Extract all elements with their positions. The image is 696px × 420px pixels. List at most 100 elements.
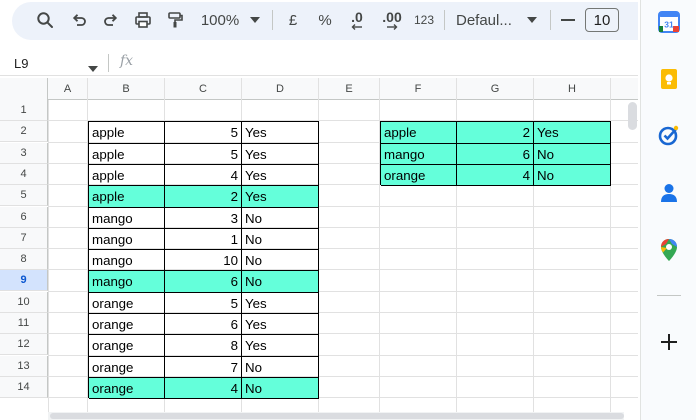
cell-qty[interactable]: 4: [165, 165, 242, 186]
column-header-c[interactable]: C: [165, 78, 242, 100]
dropdown-arrow-icon: [527, 17, 537, 23]
maps-icon[interactable]: [657, 238, 681, 262]
row-header-2[interactable]: 2: [0, 121, 48, 142]
paint-format-button[interactable]: [162, 0, 188, 40]
cell-flag[interactable]: No: [242, 378, 319, 399]
font-size-value: 10: [593, 11, 611, 29]
row-header-3[interactable]: 3: [0, 143, 48, 164]
increase-decimal-button[interactable]: .00: [378, 0, 406, 40]
cell-qty[interactable]: 2: [457, 122, 534, 144]
cell-fruit[interactable]: apple: [89, 186, 165, 208]
cell-qty[interactable]: 10: [165, 250, 242, 271]
row-header-9[interactable]: 9: [0, 270, 48, 291]
cell-fruit[interactable]: orange: [89, 378, 165, 399]
row-header-11[interactable]: 11: [0, 313, 48, 334]
cell-qty[interactable]: 3: [165, 208, 242, 229]
cell-qty[interactable]: 5: [165, 144, 242, 165]
cell-flag[interactable]: No: [534, 165, 611, 186]
contacts-icon[interactable]: [657, 181, 681, 205]
cell-flag[interactable]: Yes: [534, 122, 611, 144]
cell-flag[interactable]: Yes: [242, 186, 319, 208]
cell-qty[interactable]: 2: [165, 186, 242, 208]
cell-fruit[interactable]: mango: [89, 208, 165, 229]
cell-qty[interactable]: 6: [457, 144, 534, 165]
cell-flag[interactable]: No: [242, 250, 319, 271]
cell-flag[interactable]: Yes: [242, 165, 319, 186]
cell-flag[interactable]: No: [242, 208, 319, 229]
cell-fruit[interactable]: orange: [89, 335, 165, 357]
cell-flag[interactable]: Yes: [242, 122, 319, 144]
column-header-g[interactable]: G: [457, 78, 534, 100]
cell-qty[interactable]: 5: [165, 122, 242, 144]
row-header-8[interactable]: 8: [0, 249, 48, 270]
row-header-10[interactable]: 10: [0, 292, 48, 313]
column-header-f[interactable]: F: [380, 78, 457, 100]
cell-flag[interactable]: Yes: [242, 144, 319, 165]
cell-flag[interactable]: No: [242, 271, 319, 293]
horizontal-scrollbar[interactable]: [50, 413, 624, 419]
cell-qty[interactable]: 7: [165, 357, 242, 378]
vertical-scrollbar[interactable]: [628, 102, 637, 130]
cell-fruit[interactable]: orange: [89, 293, 165, 314]
cell-flag[interactable]: Yes: [242, 335, 319, 357]
percent-format-button[interactable]: %: [314, 0, 336, 40]
cell-qty[interactable]: 6: [165, 314, 242, 335]
cell-fruit[interactable]: mango: [89, 250, 165, 271]
sheet-grid[interactable]: ABCDEFGH 1 2 3 4 5 6 7 8 9 10 11 12 13 14 apple 5 Yes ap…: [0, 78, 638, 420]
decrease-decimal-button[interactable]: .0: [344, 0, 370, 40]
select-all-corner[interactable]: [0, 78, 48, 100]
cell-qty[interactable]: 6: [165, 271, 242, 293]
cell-qty[interactable]: 4: [457, 165, 534, 186]
decrease-font-size-button[interactable]: [558, 0, 578, 40]
redo-button[interactable]: [98, 0, 124, 40]
column-header-d[interactable]: D: [242, 78, 319, 100]
row-header-5[interactable]: 5: [0, 185, 48, 206]
more-formats-button[interactable]: 123: [412, 0, 436, 40]
cell-fruit[interactable]: apple: [89, 165, 165, 186]
row-header-7[interactable]: 7: [0, 228, 48, 249]
font-select[interactable]: Defaul...: [456, 0, 520, 40]
column-header-h[interactable]: H: [534, 78, 611, 100]
row-header-14[interactable]: 14: [0, 377, 48, 398]
cell-fruit[interactable]: orange: [89, 357, 165, 378]
cell-fruit[interactable]: mango: [381, 144, 457, 165]
zoom-select[interactable]: 100%: [196, 0, 244, 40]
add-icon[interactable]: [657, 330, 681, 354]
row-header-6[interactable]: 6: [0, 207, 48, 228]
cell-qty[interactable]: 5: [165, 293, 242, 314]
zoom-dropdown[interactable]: [246, 0, 264, 40]
cell-flag[interactable]: No: [242, 229, 319, 250]
column-header-b[interactable]: B: [88, 78, 165, 100]
cell-fruit[interactable]: orange: [381, 165, 457, 186]
font-dropdown[interactable]: [524, 0, 540, 40]
cell-fruit[interactable]: mango: [89, 229, 165, 250]
cell-fruit[interactable]: orange: [89, 314, 165, 335]
cell-fruit[interactable]: apple: [89, 144, 165, 165]
column-header-e[interactable]: E: [319, 78, 380, 100]
cell-qty[interactable]: 8: [165, 335, 242, 357]
row-header-13[interactable]: 13: [0, 356, 48, 377]
cell-flag[interactable]: No: [242, 357, 319, 378]
row-header-4[interactable]: 4: [0, 164, 48, 185]
keep-icon[interactable]: [657, 67, 681, 91]
calendar-icon[interactable]: 31: [657, 10, 681, 34]
cell-fruit[interactable]: apple: [89, 122, 165, 144]
search-menus-button[interactable]: [32, 0, 58, 40]
grid-column-line: [48, 100, 49, 420]
print-button[interactable]: [130, 0, 156, 40]
column-header-a[interactable]: A: [48, 78, 88, 100]
cell-fruit[interactable]: mango: [89, 271, 165, 293]
cell-fruit[interactable]: apple: [381, 122, 457, 144]
cell-qty[interactable]: 1: [165, 229, 242, 250]
currency-format-button[interactable]: £: [282, 0, 304, 40]
name-box[interactable]: L9: [0, 50, 106, 76]
cell-qty[interactable]: 4: [165, 378, 242, 399]
row-header-12[interactable]: 12: [0, 334, 48, 355]
row-header-1[interactable]: 1: [0, 100, 48, 121]
tasks-icon[interactable]: [657, 123, 681, 147]
undo-button[interactable]: [66, 0, 92, 40]
cell-flag[interactable]: No: [534, 144, 611, 165]
font-size-input[interactable]: 10: [585, 8, 619, 32]
cell-flag[interactable]: Yes: [242, 314, 319, 335]
cell-flag[interactable]: Yes: [242, 293, 319, 314]
